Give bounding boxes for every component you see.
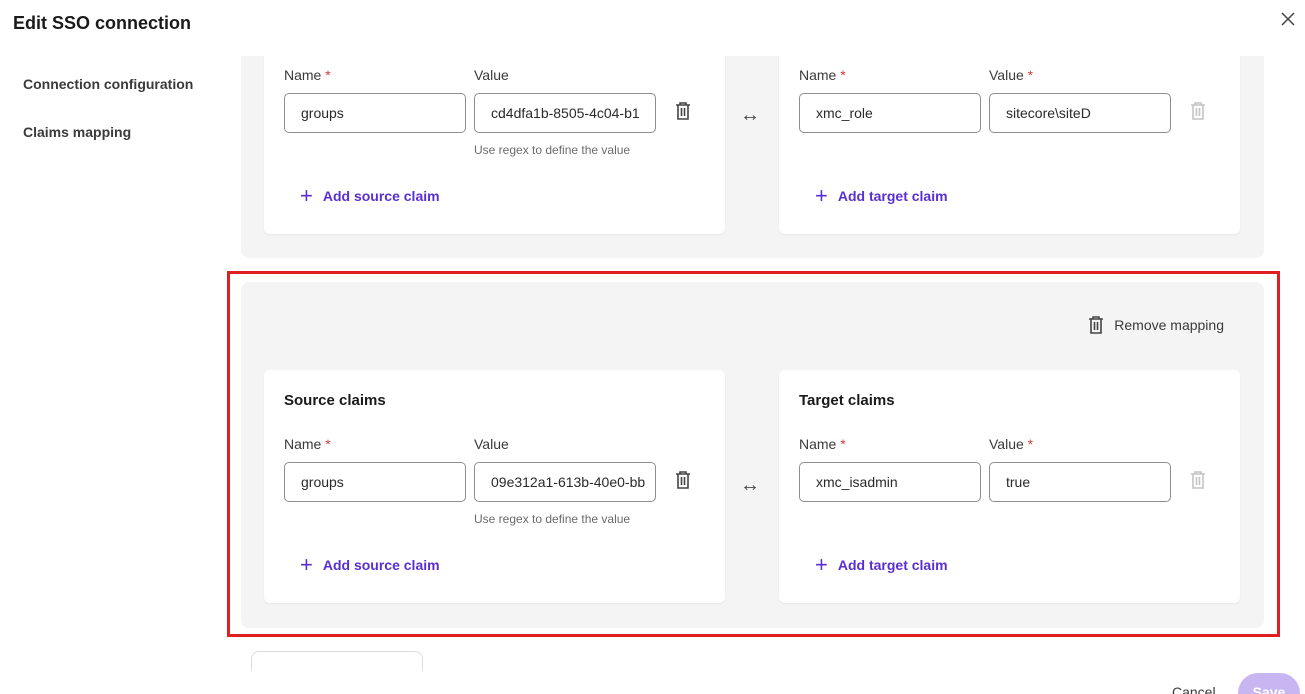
trash-icon xyxy=(676,102,690,120)
trash-icon xyxy=(1191,102,1205,120)
add-mapping-button-partial[interactable] xyxy=(251,651,423,671)
highlight-box xyxy=(227,271,1280,637)
source-name-input[interactable]: groups xyxy=(284,93,466,133)
target-name-input[interactable]: xmc_role xyxy=(799,93,981,133)
regex-hint: Use regex to define the value xyxy=(474,143,631,157)
dialog-title: Edit SSO connection xyxy=(13,13,192,33)
target-value-input[interactable]: sitecore\siteD xyxy=(989,93,1171,133)
nav-item-connection-configuration[interactable]: Connection configuration xyxy=(23,76,193,96)
source-name-label: Name * xyxy=(284,67,331,83)
cancel-button[interactable]: Cancel xyxy=(1172,684,1216,694)
add-source-claim-button[interactable]: + Add source claim xyxy=(300,183,440,208)
save-button[interactable]: Save xyxy=(1238,673,1300,694)
source-claims-card: Name * Value groups cd4dfa1b-8505-4c04-b… xyxy=(264,56,725,234)
nav-item-claims-mapping[interactable]: Claims mapping xyxy=(23,124,193,144)
claim-mapping-group: Name * Value groups cd4dfa1b-8505-4c04-b… xyxy=(241,56,1264,258)
target-claims-card: Name * Value * xmc_role sitecore\siteD +… xyxy=(779,56,1240,234)
add-target-claim-button[interactable]: + Add target claim xyxy=(815,183,948,208)
close-icon xyxy=(1281,12,1295,26)
left-right-arrow-icon: ↔ xyxy=(740,104,760,126)
plus-icon: + xyxy=(815,183,828,208)
target-value-label: Value * xyxy=(989,67,1034,83)
source-value-label: Value xyxy=(474,67,509,83)
delete-source-claim-button[interactable] xyxy=(675,102,695,122)
sidebar-nav: Connection configuration Claims mapping xyxy=(23,76,193,172)
close-button[interactable] xyxy=(1277,8,1299,30)
plus-icon: + xyxy=(300,183,313,208)
delete-target-claim-button[interactable] xyxy=(1190,102,1210,122)
source-value-input[interactable]: cd4dfa1b-8505-4c04-b1 xyxy=(474,93,656,133)
target-name-label: Name * xyxy=(799,67,846,83)
